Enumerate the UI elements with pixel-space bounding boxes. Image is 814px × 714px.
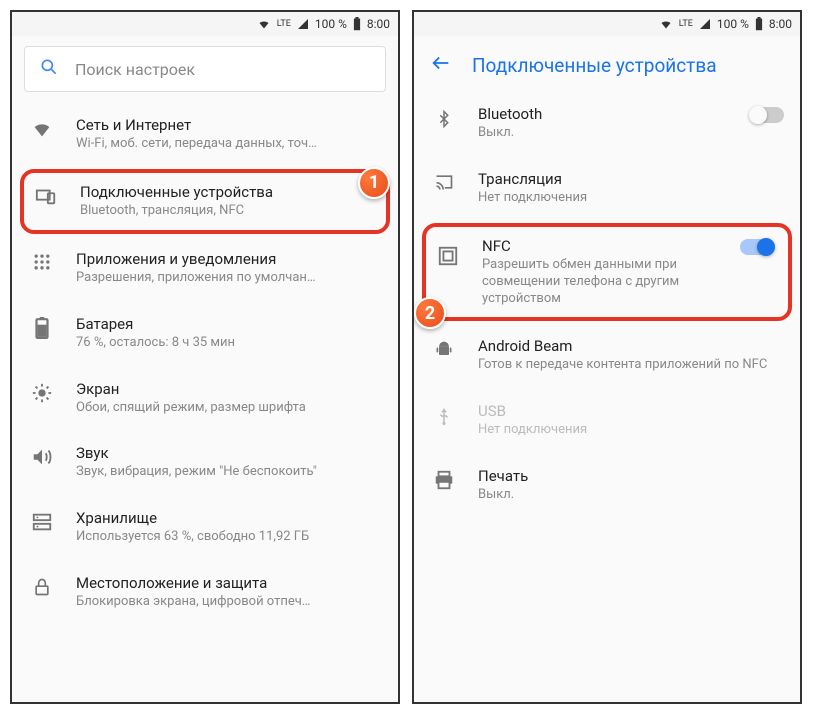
volume-icon — [28, 444, 56, 468]
row-network[interactable]: Сеть и Интернет Wi-Fi, моб. сети, переда… — [12, 102, 398, 167]
signal-label: LTE — [679, 19, 693, 29]
nfc-icon — [434, 237, 462, 267]
brightness-icon — [28, 380, 56, 404]
row-sub: Обои, спящий режим, размер шрифта — [76, 400, 382, 417]
row-sub: Блокировка экрана, цифровой отпеч… — [76, 594, 382, 611]
devices-icon — [32, 183, 60, 207]
row-title: Подключенные устройства — [80, 183, 378, 201]
bluetooth-toggle[interactable] — [750, 107, 784, 123]
row-sub: Bluetooth, трансляция, NFC — [80, 203, 378, 220]
search-settings[interactable]: Поиск настроек — [24, 46, 386, 92]
row-battery[interactable]: Батарея 76 %, осталось: 8 ч 35 мин — [12, 301, 398, 366]
bluetooth-icon — [430, 105, 458, 131]
back-arrow-icon[interactable] — [430, 52, 452, 79]
cell-icon — [699, 18, 711, 30]
row-title: Хранилище — [76, 509, 382, 527]
row-sub: Выкл. — [478, 125, 730, 142]
row-security[interactable]: Местоположение и защита Блокировка экран… — [12, 560, 398, 625]
row-title: NFC — [482, 237, 720, 255]
row-nfc[interactable]: 2 NFC Разрешить обмен данными при совмещ… — [422, 223, 792, 322]
battery-icon — [28, 315, 56, 339]
row-sub: 76 %, осталось: 8 ч 35 мин — [76, 335, 382, 352]
row-sub: Используется 63 %, свободно 11,92 ГБ — [76, 529, 382, 546]
row-title: Трансляция — [478, 170, 784, 188]
row-sub: Звук, вибрация, режим "Не беспокоить" — [76, 464, 382, 481]
row-sub: Выкл. — [478, 487, 784, 504]
wifi-icon — [28, 116, 56, 140]
nfc-toggle[interactable] — [740, 239, 774, 255]
cell-icon — [297, 18, 309, 30]
row-cast[interactable]: Трансляция Нет подключения — [414, 156, 800, 221]
battery-icon — [755, 17, 763, 31]
row-title: Bluetooth — [478, 105, 730, 123]
row-title: Android Beam — [478, 337, 784, 355]
row-bluetooth[interactable]: Bluetooth Выкл. — [414, 91, 800, 156]
row-sub: Готов к передаче контента приложений по … — [478, 357, 784, 374]
print-icon — [430, 467, 458, 491]
row-connected-devices[interactable]: 1 Подключенные устройства Bluetooth, тра… — [20, 169, 390, 234]
lock-icon — [28, 574, 56, 598]
row-android-beam[interactable]: Android Beam Готов к передаче контента п… — [414, 323, 800, 388]
row-usb: USB Нет подключения — [414, 388, 800, 453]
page-title: Подключенные устройства — [472, 54, 717, 77]
clock: 8:00 — [769, 17, 792, 31]
row-title: Батарея — [76, 315, 382, 333]
row-title: Сеть и Интернет — [76, 116, 382, 134]
row-sub: Wi-Fi, моб. сети, передача данных, точ… — [76, 136, 382, 153]
cast-icon — [430, 170, 458, 192]
row-sub: Разрешить обмен данными при совмещении т… — [482, 257, 720, 308]
step-badge-1: 1 — [358, 167, 390, 199]
android-icon — [430, 337, 458, 361]
phone-connected-devices: LTE 100 % 8:00 Подключенные устройства B… — [412, 10, 802, 704]
row-title: Экран — [76, 380, 382, 398]
row-title: Местоположение и защита — [76, 574, 382, 592]
battery-pct: 100 % — [717, 17, 749, 31]
page-header: Подключенные устройства — [414, 36, 800, 91]
battery-icon — [353, 17, 361, 31]
connected-devices-list: Bluetooth Выкл. Трансляция Нет подключен… — [414, 91, 800, 518]
storage-icon — [28, 509, 56, 533]
row-title: Звук — [76, 444, 382, 462]
row-print[interactable]: Печать Выкл. — [414, 453, 800, 518]
status-bar: LTE 100 % 8:00 — [414, 12, 800, 36]
row-display[interactable]: Экран Обои, спящий режим, размер шрифта — [12, 366, 398, 431]
settings-list: Сеть и Интернет Wi-Fi, моб. сети, переда… — [12, 102, 398, 625]
row-apps[interactable]: Приложения и уведомления Разрешения, при… — [12, 236, 398, 301]
row-storage[interactable]: Хранилище Используется 63 %, свободно 11… — [12, 495, 398, 560]
status-bar: LTE 100 % 8:00 — [12, 12, 398, 36]
wifi-icon — [659, 18, 673, 30]
search-icon — [39, 57, 59, 81]
phone-settings-main: LTE 100 % 8:00 Поиск настроек Сеть и Инт… — [10, 10, 400, 704]
row-title: Приложения и уведомления — [76, 250, 382, 268]
signal-label: LTE — [277, 19, 291, 29]
clock: 8:00 — [367, 17, 390, 31]
wifi-icon — [257, 18, 271, 30]
row-title: Печать — [478, 467, 784, 485]
row-title: USB — [478, 402, 784, 420]
search-placeholder: Поиск настроек — [75, 60, 195, 79]
battery-pct: 100 % — [315, 17, 347, 31]
row-sub: Нет подключения — [478, 422, 784, 439]
row-sub: Разрешения, приложения по умолчан… — [76, 270, 382, 287]
row-sound[interactable]: Звук Звук, вибрация, режим "Не беспокоит… — [12, 430, 398, 495]
row-sub: Нет подключения — [478, 190, 784, 207]
apps-icon — [28, 250, 56, 272]
usb-icon — [430, 402, 458, 428]
